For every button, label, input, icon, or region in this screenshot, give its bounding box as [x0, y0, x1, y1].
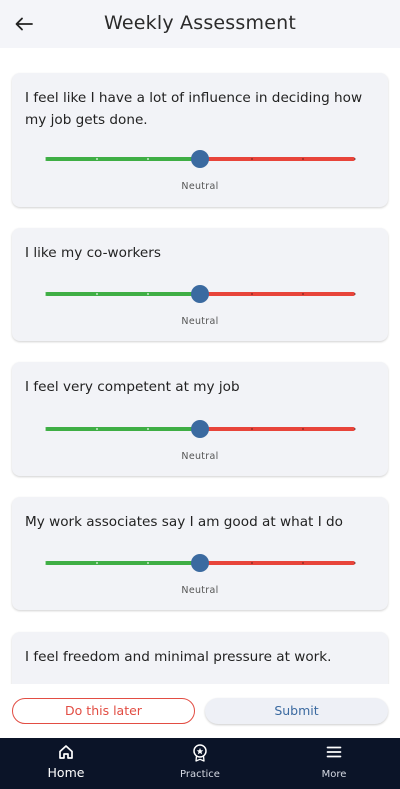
question-card: I feel freedom and minimal pressure at w… — [12, 632, 388, 684]
slider-tick — [354, 428, 356, 430]
slider-tick — [354, 293, 356, 295]
slider-track-negative — [200, 292, 355, 296]
slider-tick — [251, 562, 253, 564]
bottom-nav: Home Practice More — [0, 738, 400, 789]
slider-tick — [147, 428, 149, 430]
slider-thumb[interactable] — [191, 554, 209, 572]
slider-thumb[interactable] — [191, 150, 209, 168]
slider-tick — [44, 293, 46, 295]
slider-tick — [96, 562, 98, 564]
slider-thumb[interactable] — [191, 285, 209, 303]
nav-item-practice[interactable]: Practice — [145, 738, 255, 789]
slider-tick — [96, 158, 98, 160]
question-card: I feel like I have a lot of influence in… — [12, 73, 388, 207]
slider-track-positive — [45, 561, 200, 565]
question-card: I feel very competent at my job Neutral — [12, 362, 388, 476]
nav-label: Practice — [180, 769, 220, 780]
slider-track-negative — [200, 157, 355, 161]
badge-icon — [193, 744, 207, 762]
slider-tick — [302, 428, 304, 430]
slider-tick — [251, 428, 253, 430]
questions-list[interactable]: I feel like I have a lot of influence in… — [0, 48, 400, 684]
app-header: Weekly Assessment — [0, 0, 400, 48]
menu-icon — [326, 746, 342, 758]
question-card: I like my co-workers Neutral — [12, 228, 388, 341]
slider-value-label: Neutral — [181, 585, 219, 596]
page-title: Weekly Assessment — [104, 12, 296, 34]
nav-label: Home — [47, 765, 85, 780]
slider-tick — [96, 293, 98, 295]
slider-value-label: Neutral — [181, 451, 219, 462]
submit-button[interactable]: Submit — [205, 698, 388, 724]
action-bar: Do this later Submit — [0, 684, 400, 738]
question-text: I feel very competent at my job — [25, 379, 240, 395]
slider-tick — [251, 158, 253, 160]
likert-slider[interactable] — [44, 284, 356, 304]
slider-tick — [302, 293, 304, 295]
slider-tick — [302, 562, 304, 564]
slider-track-negative — [200, 427, 355, 431]
question-card: My work associates say I am good at what… — [12, 497, 388, 610]
nav-item-more[interactable]: More — [279, 738, 389, 789]
likert-slider[interactable] — [44, 553, 356, 573]
likert-slider[interactable] — [44, 149, 356, 169]
slider-tick — [147, 293, 149, 295]
slider-tick — [147, 158, 149, 160]
home-icon — [59, 745, 73, 759]
likert-slider[interactable] — [44, 419, 356, 439]
nav-item-home[interactable]: Home — [11, 738, 121, 789]
slider-value-label: Neutral — [181, 316, 219, 327]
question-text: My work associates say I am good at what… — [25, 514, 343, 530]
slider-tick — [96, 428, 98, 430]
slider-tick — [354, 158, 356, 160]
slider-tick — [354, 562, 356, 564]
question-text: I like my co-workers — [25, 245, 161, 261]
do-this-later-button[interactable]: Do this later — [12, 698, 195, 724]
slider-track-negative — [200, 561, 355, 565]
slider-tick — [302, 158, 304, 160]
slider-tick — [44, 562, 46, 564]
slider-thumb[interactable] — [191, 420, 209, 438]
slider-track-positive — [45, 427, 200, 431]
slider-track-positive — [45, 292, 200, 296]
slider-tick — [251, 293, 253, 295]
slider-tick — [44, 428, 46, 430]
question-text: I feel freedom and minimal pressure at w… — [25, 649, 332, 665]
question-text: I feel like I have a lot of influence in… — [25, 90, 363, 128]
slider-value-label: Neutral — [181, 181, 219, 192]
slider-tick — [147, 562, 149, 564]
slider-tick — [44, 158, 46, 160]
slider-track-positive — [45, 157, 200, 161]
nav-label: More — [321, 769, 347, 780]
